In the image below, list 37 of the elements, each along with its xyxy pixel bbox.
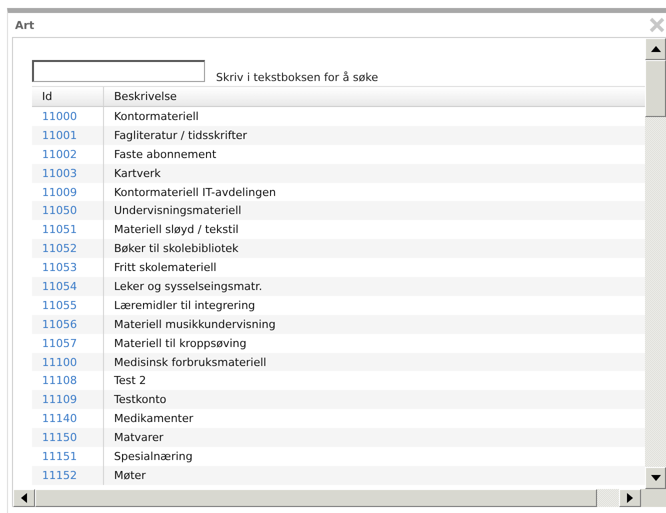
- search-hint: Skriv i tekstboksen for å søke: [216, 71, 378, 84]
- table-cell-text: Medikamenter: [113, 411, 194, 428]
- table-cell-text: Materiell til kroppsøving: [113, 336, 248, 352]
- table-cell-text: Undervisningsmateriell: [113, 203, 242, 220]
- down-arrow-icon: [650, 475, 660, 481]
- table-cell-text: Test 2: [113, 373, 148, 390]
- table-cell-text: Læremidler til integrering: [113, 298, 256, 314]
- table-cell-text: Matvarer: [113, 430, 164, 446]
- vertical-scrollbar[interactable]: [645, 38, 666, 489]
- table-cell-text: Testkonto: [113, 392, 168, 408]
- table-cell-text: Materiell sløyd / tekstil: [113, 222, 240, 238]
- search-field[interactable]: [32, 60, 205, 82]
- id-link[interactable]: 11152: [32, 466, 104, 485]
- up-arrow-icon: [650, 46, 660, 52]
- column-header[interactable]: Beskrivelse: [104, 87, 645, 106]
- column-header[interactable]: Id: [32, 87, 104, 106]
- scroll-left-button[interactable]: [13, 489, 35, 507]
- table-cell-text: Kartverk: [113, 166, 162, 182]
- left-arrow-icon: [21, 493, 27, 503]
- scroll-down-button[interactable]: [645, 467, 666, 489]
- table-cell-text: Møter: [113, 468, 147, 484]
- table-cell-text: Faste abonnement: [113, 146, 218, 163]
- table-cell-text: Bøker til skolebibliotek: [113, 241, 240, 258]
- table-cell-text: Materiell musikkundervisning: [113, 316, 277, 333]
- window-title: Art: [15, 18, 34, 32]
- table-cell-text: Fagliteratur / tidsskrifter: [113, 128, 248, 144]
- right-arrow-icon: [627, 493, 633, 503]
- scroll-thumb[interactable]: [645, 60, 666, 117]
- table-cell-text: Medisinsk forbruksmateriell: [113, 354, 268, 371]
- scrollbar-corner: [641, 489, 666, 507]
- scroll-up-button[interactable]: [645, 38, 666, 60]
- table-cell-text: Kontormateriell: [113, 108, 200, 125]
- table-cell-text: Spesialnæring: [113, 448, 194, 465]
- table-cell-text: Kontormateriell IT-avdelingen: [113, 184, 277, 200]
- table-cell-text: Leker og sysselseingsmatr.: [113, 278, 264, 295]
- table-cell-text: Fritt skolemateriell: [113, 260, 218, 276]
- scroll-right-button[interactable]: [619, 489, 641, 507]
